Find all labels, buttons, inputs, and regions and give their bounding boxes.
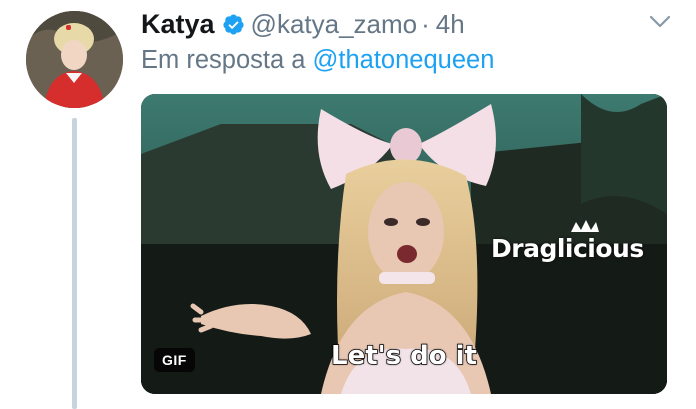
tweet-timestamp[interactable]: 4h bbox=[436, 9, 465, 40]
gif-badge: GIF bbox=[154, 348, 195, 372]
reply-prefix: Em resposta a bbox=[141, 46, 306, 74]
avatar-image bbox=[26, 11, 123, 108]
gif-caption: Let's do it bbox=[330, 340, 477, 372]
reply-mention-link[interactable]: @thatonequeen bbox=[313, 46, 495, 74]
thread-line bbox=[72, 118, 77, 409]
verified-badge-icon bbox=[222, 13, 244, 35]
gif-brand-watermark: Draglicious bbox=[491, 234, 644, 263]
tweet: Katya @katya_zamo · 4h Em resposta a @th… bbox=[0, 0, 696, 409]
author-name[interactable]: Katya bbox=[141, 9, 215, 40]
separator-dot: · bbox=[421, 8, 430, 39]
tweet-header: Katya @katya_zamo · 4h bbox=[141, 8, 465, 40]
avatar[interactable] bbox=[26, 11, 123, 108]
chevron-down-icon[interactable] bbox=[648, 14, 672, 30]
author-handle[interactable]: @katya_zamo bbox=[251, 9, 418, 40]
reply-context: Em resposta a @thatonequeen bbox=[141, 46, 494, 75]
gif-media[interactable]: Draglicious Let's do it GIF bbox=[141, 94, 667, 394]
